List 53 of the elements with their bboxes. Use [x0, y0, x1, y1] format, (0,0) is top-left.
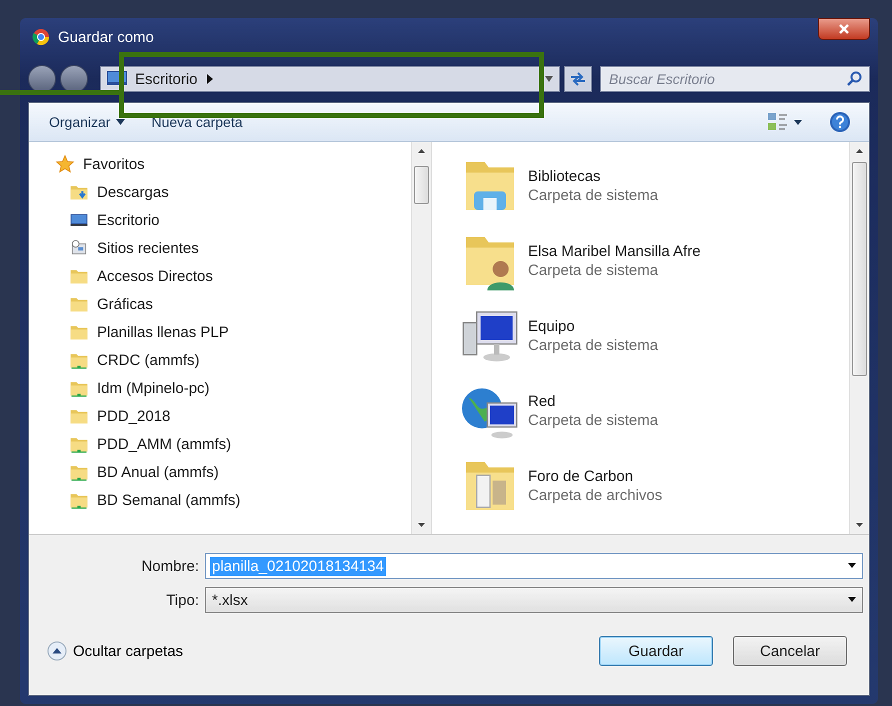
- scrollbar[interactable]: [411, 142, 431, 534]
- sidebar-item[interactable]: Accesos Directos: [95, 268, 215, 284]
- hide-folders-button[interactable]: Ocultar carpetas: [47, 641, 184, 661]
- collapse-icon: [47, 641, 67, 661]
- scrollbar[interactable]: [849, 142, 869, 534]
- sidebar-item[interactable]: Planillas llenas PLP: [95, 324, 231, 340]
- sidebar-item[interactable]: Escritorio: [95, 212, 162, 228]
- help-icon[interactable]: [829, 111, 851, 133]
- dropdown-icon: [545, 76, 553, 82]
- file-type: Carpeta de archivos: [528, 486, 662, 504]
- app-logo-icon: [32, 28, 50, 46]
- field-label: Nombre:: [140, 558, 200, 574]
- file-name[interactable]: Foro de Carbon: [528, 468, 662, 484]
- file-type-dropdown[interactable]: *.xlsx: [205, 587, 863, 613]
- new-folder-button[interactable]: Nueva carpeta: [149, 112, 245, 132]
- dropdown-icon: [846, 562, 858, 570]
- search-field[interactable]: Buscar Escritorio: [600, 66, 870, 92]
- address-bar[interactable]: Escritorio: [100, 66, 560, 92]
- sidebar-item[interactable]: PDD_AMM (ammfs): [95, 436, 234, 452]
- caret-icon: [116, 119, 126, 125]
- file-name[interactable]: Equipo: [528, 318, 658, 334]
- close-button[interactable]: [818, 18, 870, 40]
- chevron-icon: [206, 74, 214, 84]
- refresh-icon: [569, 71, 587, 87]
- file-type: Carpeta de sistema: [528, 412, 658, 428]
- file-type: Carpeta de sistema: [528, 336, 658, 354]
- file-name[interactable]: Red: [528, 392, 658, 410]
- sidebar-item[interactable]: Sitios recientes: [95, 240, 201, 256]
- sidebar-item[interactable]: Gráficas: [95, 296, 155, 312]
- search-icon: [847, 71, 863, 87]
- sidebar-item[interactable]: BD Semanal (ammfs): [95, 492, 242, 508]
- sidebar-item[interactable]: Idm (Mpinelo-pc): [95, 380, 212, 396]
- sidebar-item[interactable]: PDD_2018: [95, 408, 172, 424]
- file-name[interactable]: Bibliotecas: [528, 168, 658, 184]
- scroll-thumb[interactable]: [414, 166, 429, 204]
- file-type: Carpeta de sistema: [528, 186, 658, 204]
- cancel-button[interactable]: Cancelar: [733, 636, 847, 666]
- refresh-button[interactable]: [564, 66, 592, 92]
- organize-menu[interactable]: Organizar: [47, 112, 128, 132]
- close-icon: [838, 23, 850, 35]
- view-options-icon[interactable]: [767, 111, 803, 133]
- sidebar-item[interactable]: BD Anual (ammfs): [95, 464, 221, 480]
- sidebar-item[interactable]: Descargas: [95, 184, 171, 200]
- scroll-thumb[interactable]: [852, 162, 867, 376]
- sidebar-item[interactable]: CRDC (ammfs): [95, 352, 202, 368]
- field-label: Tipo:: [165, 592, 200, 608]
- window-title: Guardar como: [58, 28, 154, 46]
- file-name[interactable]: Elsa Maribel Mansilla Afre: [528, 242, 701, 260]
- save-button[interactable]: Guardar: [599, 636, 713, 666]
- sidebar-item[interactable]: Favoritos: [81, 156, 147, 172]
- star-icon: [55, 154, 75, 174]
- dropdown-icon: [846, 596, 858, 604]
- file-type: Carpeta de sistema: [528, 262, 660, 278]
